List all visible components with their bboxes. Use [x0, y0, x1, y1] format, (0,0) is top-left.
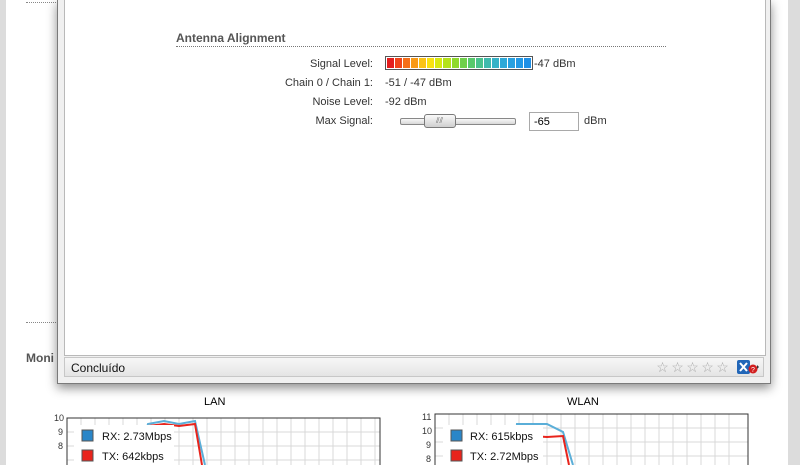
y-tick-label: 9 — [58, 427, 63, 437]
signal-meter-segment — [451, 58, 459, 68]
page-right-border — [788, 0, 800, 465]
signal-meter-segment — [419, 58, 427, 68]
signal-meter-segment — [403, 58, 411, 68]
monitor-section-title: Moni — [26, 351, 54, 365]
signal-meter-segment — [467, 58, 475, 68]
lan-chart-title: LAN — [204, 396, 226, 408]
signal-meter-segment — [443, 58, 451, 68]
popup-content: Antenna Alignment Signal Level: -47 dBm … — [64, 0, 766, 356]
y-tick-label: 10 — [422, 426, 432, 436]
signal-meter-segment — [499, 58, 507, 68]
legend-tx-swatch — [81, 449, 94, 462]
signal-meter-segment — [395, 58, 403, 68]
page-left-border — [0, 0, 6, 465]
antenna-alignment-window: Antenna Alignment Signal Level: -47 dBm … — [57, 0, 771, 384]
signal-level-label: Signal Level: — [310, 58, 373, 70]
legend-tx-label: TX: 642kbps — [102, 451, 164, 463]
lan-traffic-chart: 10 9 8 RX: 2.73Mbps TX: 642kbps — [54, 413, 381, 465]
svg-text:?: ? — [751, 367, 755, 374]
signal-meter-segment — [427, 58, 435, 68]
legend-rx-swatch — [81, 429, 94, 442]
max-signal-unit: dBm — [584, 115, 607, 127]
signal-meter-segment — [475, 58, 483, 68]
rating-stars[interactable]: ☆ ☆ ☆ ☆ ☆ — [655, 360, 730, 374]
y-tick-label: 8 — [58, 441, 63, 451]
chain-value: -51 / -47 dBm — [385, 77, 452, 89]
max-signal-input[interactable] — [529, 112, 579, 131]
chain-label: Chain 0 / Chain 1: — [284, 77, 373, 89]
signal-meter-segment — [507, 58, 515, 68]
section-divider — [176, 46, 666, 47]
signal-meter-segment — [411, 58, 419, 68]
legend-rx-label: RX: 615kbps — [470, 431, 533, 443]
signal-level-value: -47 dBm — [534, 58, 576, 70]
max-signal-label: Max Signal: — [315, 115, 373, 127]
wlan-chart-title: WLAN — [567, 396, 599, 408]
signal-meter-segment — [387, 58, 395, 68]
y-tick-label: 8 — [426, 454, 431, 464]
star-icon[interactable]: ☆ — [670, 360, 685, 374]
signal-meter-segment — [435, 58, 443, 68]
extension-icon[interactable]: ? — [737, 360, 759, 374]
star-icon[interactable]: ☆ — [685, 360, 700, 374]
star-icon[interactable]: ☆ — [700, 360, 715, 374]
signal-meter-segment — [459, 58, 467, 68]
status-bar: Concluído ☆ ☆ ☆ ☆ ☆ ? — [64, 357, 764, 377]
signal-meter-segment — [516, 58, 524, 68]
signal-meter-segment — [524, 58, 532, 68]
noise-level-label: Noise Level: — [312, 96, 373, 108]
max-signal-slider-track[interactable] — [400, 118, 516, 125]
dotted-divider — [26, 322, 60, 323]
signal-meter-segment — [483, 58, 491, 68]
signal-level-meter — [385, 56, 533, 70]
y-tick-label: 10 — [54, 413, 64, 423]
legend-rx-label: RX: 2.73Mbps — [102, 431, 172, 443]
legend-tx-label: TX: 2.72Mbps — [470, 451, 539, 463]
noise-level-value: -92 dBm — [385, 96, 427, 108]
y-tick-label: 9 — [426, 440, 431, 450]
max-signal-slider-handle[interactable]: ⫽⫽ — [423, 114, 456, 128]
y-tick-label: 11 — [422, 412, 431, 422]
star-icon[interactable]: ☆ — [655, 360, 670, 374]
legend-rx-swatch — [450, 429, 463, 442]
wlan-traffic-chart: 11 10 9 8 RX: 615kbps TX: 2.72Mbps — [422, 412, 749, 465]
signal-meter-segment — [491, 58, 499, 68]
legend-tx-swatch — [450, 449, 463, 462]
dotted-divider — [26, 2, 56, 3]
section-title: Antenna Alignment — [176, 31, 286, 45]
star-icon[interactable]: ☆ — [715, 360, 730, 374]
status-text: Concluído — [71, 361, 126, 375]
